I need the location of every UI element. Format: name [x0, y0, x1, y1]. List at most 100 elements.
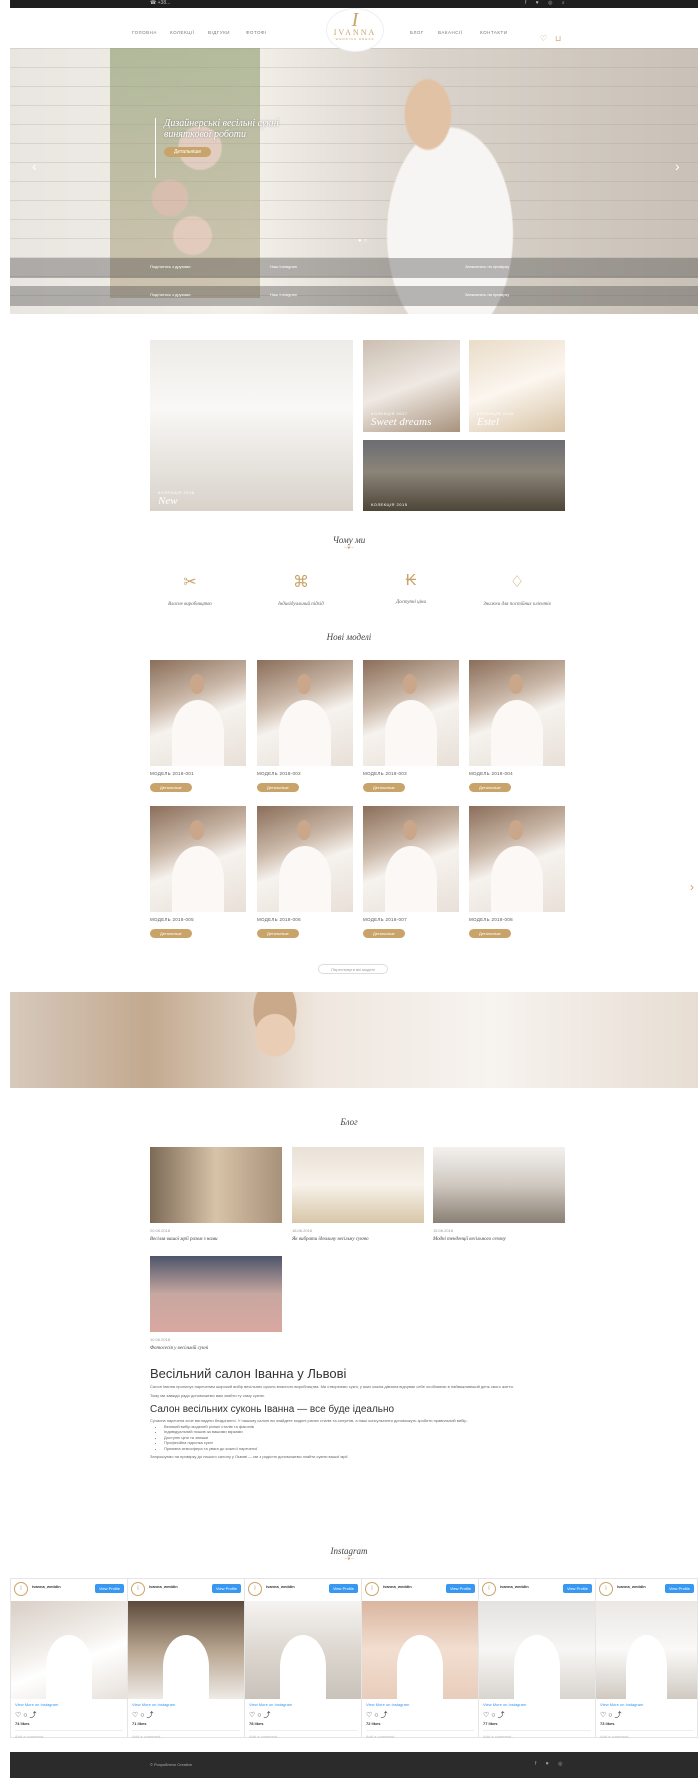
- strip-instagram[interactable]: Наш Instagram: [270, 264, 297, 269]
- product-image[interactable]: [469, 660, 565, 766]
- blog-title-text[interactable]: Весілля вашої мрії разом з нами: [150, 1237, 282, 1243]
- nav-item-collections[interactable]: КОЛЕКЦІЇ: [170, 30, 194, 35]
- insta-image[interactable]: [479, 1601, 595, 1699]
- avatar[interactable]: I: [599, 1582, 613, 1596]
- nav-item-contacts[interactable]: КОНТАКТИ: [480, 30, 508, 35]
- insta-username[interactable]: ivanna_weddin: [149, 1584, 178, 1589]
- bag-icon[interactable]: ⊔: [555, 34, 561, 43]
- blog-card[interactable]: 18.06.2018 Як вибрати ідеальну весільну с…: [292, 1147, 424, 1243]
- product-image[interactable]: [363, 660, 459, 766]
- next-arrow-icon[interactable]: ›: [675, 158, 680, 174]
- product-button[interactable]: Детальніше: [363, 783, 405, 792]
- blog-image[interactable]: [150, 1147, 282, 1223]
- view-more-link[interactable]: View More on Instagram: [132, 1702, 240, 1707]
- product-card[interactable]: МОДЕЛЬ 2018-008 Детальніше: [469, 806, 565, 940]
- view-more-link[interactable]: View More on Instagram: [366, 1702, 474, 1707]
- footer-social-icons[interactable]: f ♥ ◎: [535, 1761, 567, 1767]
- nav-item-photo[interactable]: ФОТОФІ: [246, 30, 267, 35]
- insta-image[interactable]: [11, 1601, 127, 1699]
- insta-username[interactable]: ivanna_weddin: [617, 1584, 646, 1589]
- view-more-link[interactable]: View More on Instagram: [249, 1702, 357, 1707]
- nav-item-reviews[interactable]: ВІДГУКИ: [208, 30, 230, 35]
- social-icons[interactable]: f ♥ ◎ ⌕: [525, 0, 569, 6]
- comment-input[interactable]: Add a comment...: [483, 1730, 591, 1739]
- product-button[interactable]: Детальніше: [150, 783, 192, 792]
- view-more-link[interactable]: View More on Instagram: [600, 1702, 693, 1707]
- logo[interactable]: I IVANNA WEDDING DRESS: [326, 8, 384, 52]
- view-profile-button[interactable]: View Profile: [94, 1584, 124, 1593]
- strip-instagram-2[interactable]: Наш Instagram: [270, 292, 297, 297]
- insta-actions[interactable]: ♡○⤴: [132, 1710, 240, 1720]
- product-image[interactable]: [257, 806, 353, 912]
- nav-item-blog[interactable]: БЛОГ: [410, 30, 424, 35]
- avatar[interactable]: I: [14, 1582, 28, 1596]
- instagram-post[interactable]: Iivanna_weddin View Profile View More on I…: [10, 1578, 128, 1739]
- insta-actions[interactable]: ♡○⤴: [366, 1710, 474, 1720]
- view-profile-button[interactable]: View Profile: [328, 1584, 358, 1593]
- product-image[interactable]: [363, 806, 459, 912]
- insta-username[interactable]: ivanna_weddin: [500, 1584, 529, 1589]
- product-image[interactable]: [257, 660, 353, 766]
- blog-title-text[interactable]: Фотосесія у весільній сукні: [150, 1346, 282, 1352]
- blog-title-text[interactable]: Як вибрати ідеальну весільну сукню: [292, 1237, 424, 1243]
- product-card[interactable]: МОДЕЛЬ 2018-002 Детальніше: [257, 660, 353, 794]
- product-button[interactable]: Детальніше: [257, 783, 299, 792]
- blog-card[interactable]: 15.06.2018 Модні тенденції весільного сез…: [433, 1147, 565, 1243]
- blog-card[interactable]: 10.06.2018 Фотосесія у весільній сукні: [150, 1256, 282, 1352]
- heart-icon[interactable]: ♡: [540, 34, 547, 43]
- product-card[interactable]: МОДЕЛЬ 2018-004 Детальніше: [469, 660, 565, 794]
- insta-username[interactable]: ivanna_weddin: [383, 1584, 412, 1589]
- comment-input[interactable]: Add a comment...: [132, 1730, 240, 1739]
- view-more-link[interactable]: View More on Instagram: [15, 1702, 123, 1707]
- insta-image[interactable]: [128, 1601, 244, 1699]
- nav-item-home[interactable]: ГОЛОВНА: [132, 30, 157, 35]
- product-card[interactable]: МОДЕЛЬ 2018-007 Детальніше: [363, 806, 459, 940]
- slider-dots[interactable]: ●○: [358, 238, 369, 244]
- collection-card[interactable]: КОЛЕКЦІЯ 2015: [363, 440, 565, 511]
- strip-fitting-2[interactable]: Записатись на примірку: [465, 292, 509, 297]
- product-card[interactable]: МОДЕЛЬ 2018-006 Детальніше: [257, 806, 353, 940]
- insta-actions[interactable]: ♡○⤴: [600, 1710, 693, 1720]
- instagram-post[interactable]: Iivanna_weddin View Profile View More on I…: [595, 1578, 698, 1739]
- view-all-models-button[interactable]: Переглянути всі моделі: [318, 964, 388, 974]
- product-card[interactable]: МОДЕЛЬ 2018-001 Детальніше: [150, 660, 246, 794]
- strip-share-2[interactable]: Поділитись з друзями: [150, 292, 191, 297]
- product-button[interactable]: Детальніше: [150, 929, 192, 938]
- product-image[interactable]: [150, 660, 246, 766]
- comment-input[interactable]: Add a comment...: [249, 1730, 357, 1739]
- product-button[interactable]: Детальніше: [469, 783, 511, 792]
- collection-card[interactable]: КОЛЕКЦІЯ 2016 Estel: [469, 340, 565, 432]
- view-profile-button[interactable]: View Profile: [562, 1584, 592, 1593]
- collection-card[interactable]: КОЛЕКЦІЯ 2017 Sweet dreams: [363, 340, 460, 432]
- strip-share[interactable]: Поділитись з друзями: [150, 264, 191, 269]
- instagram-post[interactable]: Iivanna_weddin View Profile View More on I…: [244, 1578, 362, 1739]
- avatar[interactable]: I: [482, 1582, 496, 1596]
- product-button[interactable]: Детальніше: [257, 929, 299, 938]
- insta-image[interactable]: [596, 1601, 697, 1699]
- product-card[interactable]: МОДЕЛЬ 2018-003 Детальніше: [363, 660, 459, 794]
- blog-title-text[interactable]: Модні тенденції весільного сезону: [433, 1237, 565, 1243]
- view-profile-button[interactable]: View Profile: [664, 1584, 694, 1593]
- insta-actions[interactable]: ♡○⤴: [249, 1710, 357, 1720]
- insta-actions[interactable]: ♡○⤴: [483, 1710, 591, 1720]
- blog-image[interactable]: [433, 1147, 565, 1223]
- product-image[interactable]: [150, 806, 246, 912]
- prev-arrow-icon[interactable]: ‹: [32, 158, 37, 174]
- instagram-post[interactable]: Iivanna_weddin View Profile View More on I…: [361, 1578, 479, 1739]
- view-more-link[interactable]: View More on Instagram: [483, 1702, 591, 1707]
- instagram-post[interactable]: Iivanna_weddin View Profile View More on I…: [127, 1578, 245, 1739]
- blog-image[interactable]: [150, 1256, 282, 1332]
- comment-input[interactable]: Add a comment...: [600, 1730, 693, 1739]
- insta-username[interactable]: ivanna_weddin: [32, 1584, 61, 1589]
- comment-input[interactable]: Add a comment...: [15, 1730, 123, 1739]
- comment-input[interactable]: Add a comment...: [366, 1730, 474, 1739]
- side-arrow-icon[interactable]: ›: [690, 880, 694, 894]
- view-profile-button[interactable]: View Profile: [211, 1584, 241, 1593]
- product-card[interactable]: МОДЕЛЬ 2018-005 Детальніше: [150, 806, 246, 940]
- blog-image[interactable]: [292, 1147, 424, 1223]
- collection-card[interactable]: КОЛЕКЦІЯ 2018 New: [150, 340, 353, 511]
- hero-button[interactable]: Детальніше: [164, 147, 212, 157]
- insta-image[interactable]: [245, 1601, 361, 1699]
- insta-username[interactable]: ivanna_weddin: [266, 1584, 295, 1589]
- product-image[interactable]: [469, 806, 565, 912]
